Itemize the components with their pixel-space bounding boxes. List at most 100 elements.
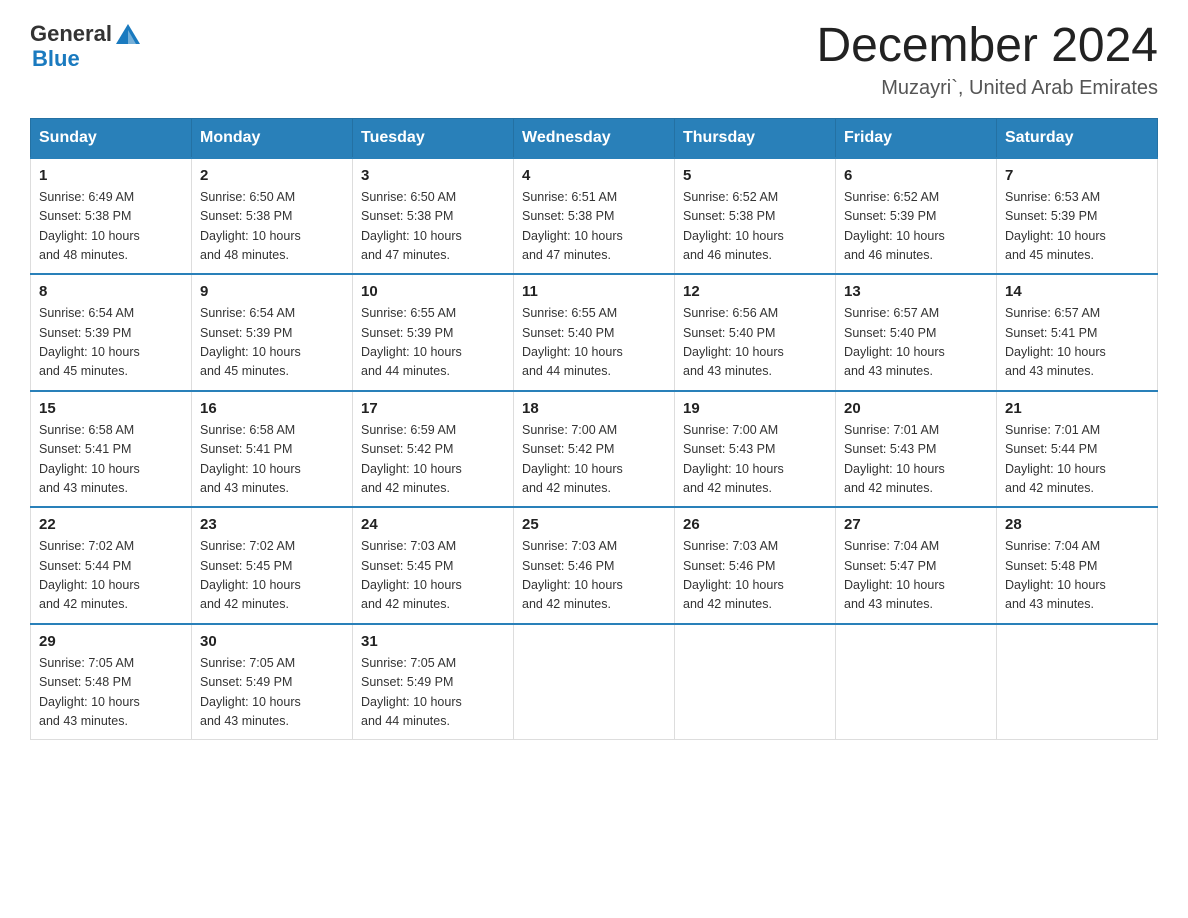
calendar-cell: 14 Sunrise: 6:57 AMSunset: 5:41 PMDaylig… <box>997 274 1158 391</box>
day-number: 30 <box>200 633 344 650</box>
calendar-cell: 8 Sunrise: 6:54 AMSunset: 5:39 PMDayligh… <box>31 274 192 391</box>
day-info: Sunrise: 6:51 AMSunset: 5:38 PMDaylight:… <box>522 190 623 262</box>
calendar-cell <box>514 624 675 740</box>
calendar-cell <box>997 624 1158 740</box>
calendar-cell: 28 Sunrise: 7:04 AMSunset: 5:48 PMDaylig… <box>997 507 1158 624</box>
day-number: 20 <box>844 400 988 417</box>
day-number: 12 <box>683 283 827 300</box>
day-number: 11 <box>522 283 666 300</box>
logo-blue-text: Blue <box>32 46 80 72</box>
calendar-cell: 15 Sunrise: 6:58 AMSunset: 5:41 PMDaylig… <box>31 391 192 508</box>
calendar-cell: 13 Sunrise: 6:57 AMSunset: 5:40 PMDaylig… <box>836 274 997 391</box>
day-info: Sunrise: 7:04 AMSunset: 5:47 PMDaylight:… <box>844 539 945 611</box>
day-info: Sunrise: 7:05 AMSunset: 5:48 PMDaylight:… <box>39 656 140 728</box>
day-number: 2 <box>200 167 344 184</box>
calendar-cell: 4 Sunrise: 6:51 AMSunset: 5:38 PMDayligh… <box>514 158 675 275</box>
col-header-saturday: Saturday <box>997 118 1158 158</box>
calendar-cell: 17 Sunrise: 6:59 AMSunset: 5:42 PMDaylig… <box>353 391 514 508</box>
calendar-week-row: 8 Sunrise: 6:54 AMSunset: 5:39 PMDayligh… <box>31 274 1158 391</box>
title-block: December 2024 Muzayri`, United Arab Emir… <box>816 20 1158 100</box>
day-info: Sunrise: 6:53 AMSunset: 5:39 PMDaylight:… <box>1005 190 1106 262</box>
col-header-tuesday: Tuesday <box>353 118 514 158</box>
day-info: Sunrise: 6:59 AMSunset: 5:42 PMDaylight:… <box>361 423 462 495</box>
day-number: 13 <box>844 283 988 300</box>
calendar-cell: 21 Sunrise: 7:01 AMSunset: 5:44 PMDaylig… <box>997 391 1158 508</box>
day-number: 19 <box>683 400 827 417</box>
calendar-cell: 30 Sunrise: 7:05 AMSunset: 5:49 PMDaylig… <box>192 624 353 740</box>
calendar-cell: 10 Sunrise: 6:55 AMSunset: 5:39 PMDaylig… <box>353 274 514 391</box>
day-info: Sunrise: 6:54 AMSunset: 5:39 PMDaylight:… <box>200 306 301 378</box>
day-info: Sunrise: 6:50 AMSunset: 5:38 PMDaylight:… <box>200 190 301 262</box>
day-info: Sunrise: 7:01 AMSunset: 5:43 PMDaylight:… <box>844 423 945 495</box>
calendar-cell: 7 Sunrise: 6:53 AMSunset: 5:39 PMDayligh… <box>997 158 1158 275</box>
day-number: 23 <box>200 516 344 533</box>
day-number: 29 <box>39 633 183 650</box>
day-info: Sunrise: 6:58 AMSunset: 5:41 PMDaylight:… <box>39 423 140 495</box>
calendar-cell: 20 Sunrise: 7:01 AMSunset: 5:43 PMDaylig… <box>836 391 997 508</box>
calendar-cell: 5 Sunrise: 6:52 AMSunset: 5:38 PMDayligh… <box>675 158 836 275</box>
day-number: 10 <box>361 283 505 300</box>
calendar-table: SundayMondayTuesdayWednesdayThursdayFrid… <box>30 118 1158 741</box>
day-info: Sunrise: 6:52 AMSunset: 5:39 PMDaylight:… <box>844 190 945 262</box>
day-info: Sunrise: 7:00 AMSunset: 5:42 PMDaylight:… <box>522 423 623 495</box>
day-number: 26 <box>683 516 827 533</box>
day-number: 1 <box>39 167 183 184</box>
calendar-cell: 31 Sunrise: 7:05 AMSunset: 5:49 PMDaylig… <box>353 624 514 740</box>
col-header-friday: Friday <box>836 118 997 158</box>
calendar-cell: 19 Sunrise: 7:00 AMSunset: 5:43 PMDaylig… <box>675 391 836 508</box>
logo: General Blue <box>30 20 142 72</box>
calendar-cell: 18 Sunrise: 7:00 AMSunset: 5:42 PMDaylig… <box>514 391 675 508</box>
calendar-header-row: SundayMondayTuesdayWednesdayThursdayFrid… <box>31 118 1158 158</box>
day-info: Sunrise: 6:50 AMSunset: 5:38 PMDaylight:… <box>361 190 462 262</box>
day-number: 3 <box>361 167 505 184</box>
day-info: Sunrise: 7:03 AMSunset: 5:46 PMDaylight:… <box>683 539 784 611</box>
day-number: 18 <box>522 400 666 417</box>
day-number: 8 <box>39 283 183 300</box>
calendar-week-row: 29 Sunrise: 7:05 AMSunset: 5:48 PMDaylig… <box>31 624 1158 740</box>
calendar-cell: 12 Sunrise: 6:56 AMSunset: 5:40 PMDaylig… <box>675 274 836 391</box>
calendar-week-row: 1 Sunrise: 6:49 AMSunset: 5:38 PMDayligh… <box>31 158 1158 275</box>
day-info: Sunrise: 7:00 AMSunset: 5:43 PMDaylight:… <box>683 423 784 495</box>
calendar-cell: 2 Sunrise: 6:50 AMSunset: 5:38 PMDayligh… <box>192 158 353 275</box>
day-number: 4 <box>522 167 666 184</box>
day-number: 24 <box>361 516 505 533</box>
day-number: 25 <box>522 516 666 533</box>
day-number: 17 <box>361 400 505 417</box>
calendar-cell <box>836 624 997 740</box>
calendar-cell: 22 Sunrise: 7:02 AMSunset: 5:44 PMDaylig… <box>31 507 192 624</box>
calendar-cell: 1 Sunrise: 6:49 AMSunset: 5:38 PMDayligh… <box>31 158 192 275</box>
day-number: 6 <box>844 167 988 184</box>
day-info: Sunrise: 6:54 AMSunset: 5:39 PMDaylight:… <box>39 306 140 378</box>
day-info: Sunrise: 6:55 AMSunset: 5:40 PMDaylight:… <box>522 306 623 378</box>
calendar-cell: 6 Sunrise: 6:52 AMSunset: 5:39 PMDayligh… <box>836 158 997 275</box>
day-info: Sunrise: 6:58 AMSunset: 5:41 PMDaylight:… <box>200 423 301 495</box>
calendar-cell: 3 Sunrise: 6:50 AMSunset: 5:38 PMDayligh… <box>353 158 514 275</box>
calendar-cell: 27 Sunrise: 7:04 AMSunset: 5:47 PMDaylig… <box>836 507 997 624</box>
day-info: Sunrise: 6:52 AMSunset: 5:38 PMDaylight:… <box>683 190 784 262</box>
day-number: 14 <box>1005 283 1149 300</box>
day-info: Sunrise: 7:03 AMSunset: 5:45 PMDaylight:… <box>361 539 462 611</box>
day-number: 15 <box>39 400 183 417</box>
day-info: Sunrise: 6:55 AMSunset: 5:39 PMDaylight:… <box>361 306 462 378</box>
day-number: 31 <box>361 633 505 650</box>
calendar-subtitle: Muzayri`, United Arab Emirates <box>816 77 1158 100</box>
col-header-wednesday: Wednesday <box>514 118 675 158</box>
logo-icon <box>114 20 142 48</box>
calendar-week-row: 15 Sunrise: 6:58 AMSunset: 5:41 PMDaylig… <box>31 391 1158 508</box>
calendar-cell: 24 Sunrise: 7:03 AMSunset: 5:45 PMDaylig… <box>353 507 514 624</box>
calendar-cell <box>675 624 836 740</box>
calendar-cell: 23 Sunrise: 7:02 AMSunset: 5:45 PMDaylig… <box>192 507 353 624</box>
day-number: 16 <box>200 400 344 417</box>
col-header-monday: Monday <box>192 118 353 158</box>
day-info: Sunrise: 6:49 AMSunset: 5:38 PMDaylight:… <box>39 190 140 262</box>
day-info: Sunrise: 6:57 AMSunset: 5:40 PMDaylight:… <box>844 306 945 378</box>
day-number: 9 <box>200 283 344 300</box>
day-number: 27 <box>844 516 988 533</box>
day-number: 7 <box>1005 167 1149 184</box>
day-number: 22 <box>39 516 183 533</box>
calendar-cell: 29 Sunrise: 7:05 AMSunset: 5:48 PMDaylig… <box>31 624 192 740</box>
day-info: Sunrise: 6:56 AMSunset: 5:40 PMDaylight:… <box>683 306 784 378</box>
page-header: General Blue December 2024 Muzayri`, Uni… <box>30 20 1158 100</box>
day-info: Sunrise: 7:05 AMSunset: 5:49 PMDaylight:… <box>200 656 301 728</box>
day-info: Sunrise: 7:03 AMSunset: 5:46 PMDaylight:… <box>522 539 623 611</box>
